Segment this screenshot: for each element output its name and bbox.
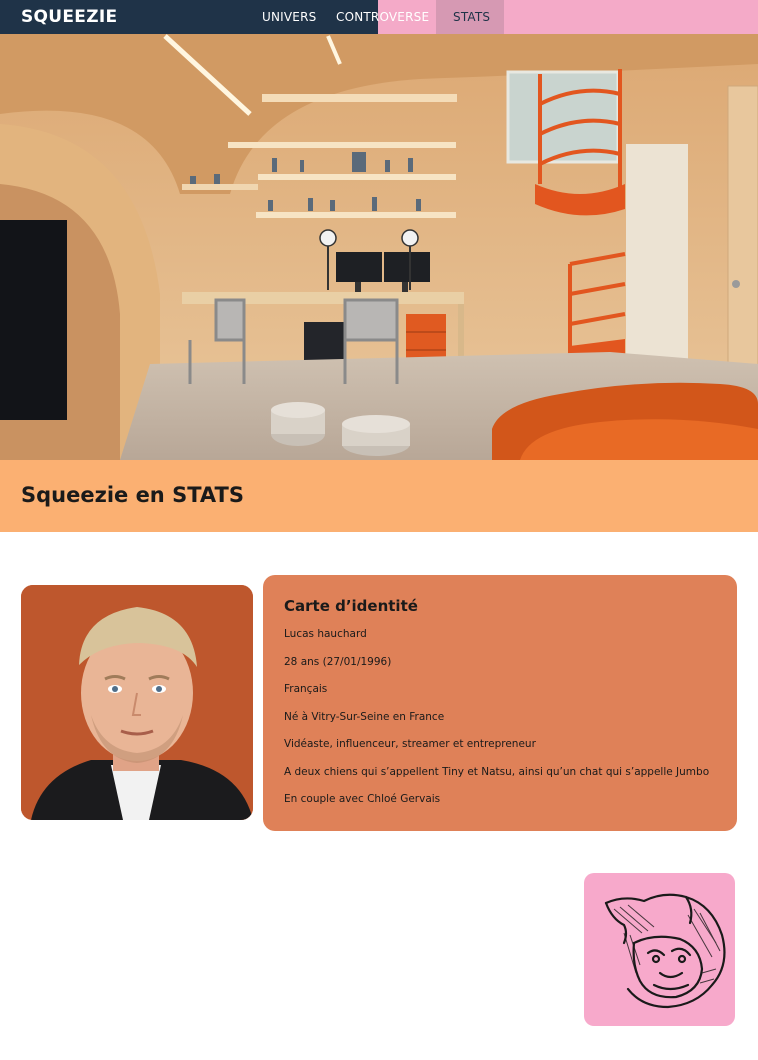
section-title-band: Squeezie en STATS xyxy=(0,460,758,532)
nav-link-controverse[interactable]: CONTROVERSE xyxy=(336,10,429,24)
identity-line-nationality: Français xyxy=(284,683,328,695)
hero-image xyxy=(0,34,758,460)
identity-card: Carte d’identité Lucas hauchard 28 ans (… xyxy=(263,575,737,831)
identity-line-birthplace: Né à Vitry-Sur-Seine en France xyxy=(284,710,445,723)
identity-line-relationship: En couple avec Chloé Gervais xyxy=(284,793,441,805)
identity-line-pets: A deux chiens qui s’appellent Tiny et Na… xyxy=(284,765,710,778)
identity-card-heading: Carte d’identité xyxy=(284,597,418,615)
site-logo[interactable]: SQUEEZIE xyxy=(21,7,117,27)
page-title: Squeezie en STATS xyxy=(21,483,244,507)
identity-line-name: Lucas hauchard xyxy=(284,628,367,640)
pink-panther-sketch-icon xyxy=(604,893,726,1009)
nav-pink-overlay xyxy=(378,0,758,34)
portrait-photo xyxy=(21,585,253,820)
sketch-badge xyxy=(584,873,735,1026)
nav-link-univers[interactable]: UNIVERS xyxy=(262,10,316,24)
identity-line-age: 28 ans (27/01/1996) xyxy=(284,655,392,668)
nav-link-stats[interactable]: STATS xyxy=(453,10,490,24)
identity-line-occupation: Vidéaste, influenceur, streamer et entre… xyxy=(284,738,536,750)
